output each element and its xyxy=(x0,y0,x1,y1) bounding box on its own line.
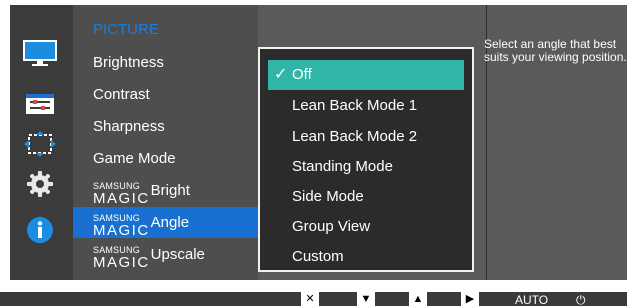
menu-item-contrast[interactable]: Contrast xyxy=(73,79,258,110)
down-arrow-icon[interactable]: ▼ xyxy=(357,292,375,306)
menu-item-brightness[interactable]: Brightness xyxy=(73,47,258,78)
samsung-magic-logo: SAMSUNG MAGIC xyxy=(93,245,150,271)
close-icon[interactable]: ✕ xyxy=(301,292,319,306)
checkmark-icon: ✓ xyxy=(274,66,288,83)
power-icon[interactable]: ⏻ xyxy=(576,293,586,306)
menu-item-label: Contrast xyxy=(93,86,150,103)
auto-button[interactable]: AUTO xyxy=(515,293,548,306)
option-label: Standing Mode xyxy=(292,158,393,175)
menu-item-label: Bright xyxy=(150,182,190,199)
onscreen-display-icon[interactable] xyxy=(22,89,58,119)
angle-options-dropdown: ✓ Off Lean Back Mode 1 Lean Back Mode 2 … xyxy=(258,47,474,272)
option-standing-mode[interactable]: Standing Mode xyxy=(268,152,464,182)
option-label: Custom xyxy=(292,248,344,265)
option-label: Lean Back Mode 2 xyxy=(292,128,418,145)
menu-item-label: Angle xyxy=(150,214,190,231)
option-lean-back-mode-2[interactable]: Lean Back Mode 2 xyxy=(268,122,464,152)
menu-item-label: Upscale xyxy=(150,246,205,263)
samsung-magic-logo: SAMSUNG MAGIC xyxy=(93,213,150,239)
menu-item-game-mode[interactable]: Game Mode xyxy=(73,143,258,174)
option-lean-back-mode-1[interactable]: Lean Back Mode 1 xyxy=(268,91,464,121)
menu-title: PICTURE xyxy=(93,21,159,38)
option-label: Group View xyxy=(292,218,371,235)
menu-item-sharpness[interactable]: Sharpness xyxy=(73,111,258,142)
enter-arrow-icon[interactable]: ▶ xyxy=(461,292,479,306)
monitor-button-bar: ✕ ▼ ▲ ▶ AUTO ⏻ xyxy=(0,292,627,306)
setup-gear-icon[interactable] xyxy=(22,169,58,199)
help-description: Select an angle that best suits your vie… xyxy=(484,37,627,64)
picture-icon[interactable] xyxy=(22,39,58,69)
information-icon[interactable] xyxy=(22,215,58,245)
menu-item-magic-bright[interactable]: SAMSUNG MAGIC Bright xyxy=(73,175,258,207)
option-custom[interactable]: Custom xyxy=(268,242,464,272)
up-arrow-icon[interactable]: ▲ xyxy=(409,292,427,306)
picture-menu-panel: PICTURE Brightness Contrast Sharpness Ga… xyxy=(73,5,258,280)
option-label: Off xyxy=(292,66,312,83)
menu-item-magic-upscale[interactable]: SAMSUNG MAGIC Upscale xyxy=(73,239,258,271)
menu-item-label: Game Mode xyxy=(93,150,176,167)
osd-window: PICTURE Brightness Contrast Sharpness Ga… xyxy=(10,5,627,280)
menu-item-label: Sharpness xyxy=(93,118,165,135)
option-off[interactable]: ✓ Off xyxy=(268,60,464,90)
menu-item-magic-angle[interactable]: SAMSUNG MAGIC Angle xyxy=(73,207,258,238)
size-position-icon[interactable] xyxy=(22,129,58,159)
option-side-mode[interactable]: Side Mode xyxy=(268,182,464,212)
icon-rail xyxy=(10,5,73,280)
menu-item-label: Brightness xyxy=(93,54,164,71)
option-label: Side Mode xyxy=(292,188,364,205)
samsung-magic-logo: SAMSUNG MAGIC xyxy=(93,181,150,207)
option-group-view[interactable]: Group View xyxy=(268,212,464,242)
option-label: Lean Back Mode 1 xyxy=(292,97,418,114)
